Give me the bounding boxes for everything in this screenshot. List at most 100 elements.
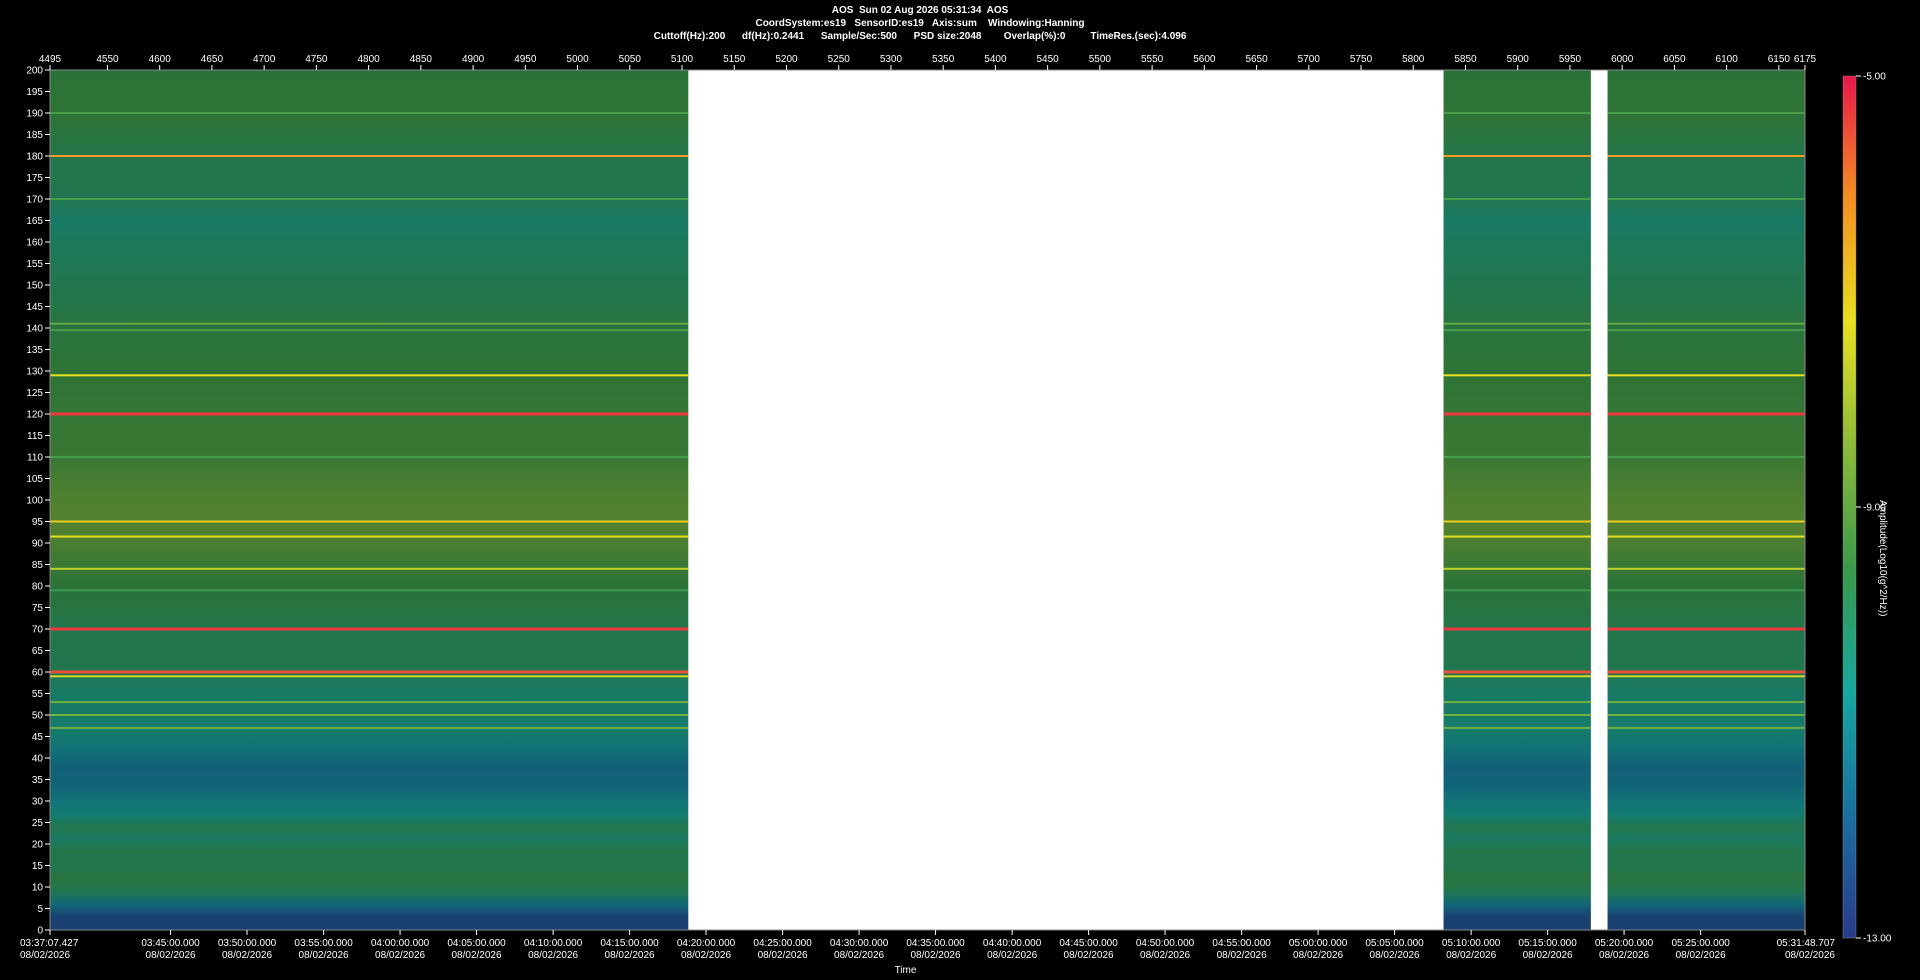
band-line-180hz <box>50 155 689 157</box>
band-line-190hz <box>1607 112 1805 114</box>
band-line-170hz <box>1607 198 1805 200</box>
band-line-139.5hz <box>1607 329 1805 332</box>
y-tick-label-45: 45 <box>32 732 44 743</box>
band-line-180hz <box>1607 155 1805 157</box>
time-tick-label-7: 04:15:00.000 <box>600 938 659 949</box>
top-tick-label-5600: 5600 <box>1193 54 1216 65</box>
date-tick-label-4: 08/02/2026 <box>375 950 425 961</box>
band-line-190hz <box>1443 112 1591 114</box>
top-tick-label-4700: 4700 <box>253 54 276 65</box>
time-tick-label-13: 04:45:00.000 <box>1059 938 1118 949</box>
y-tick-label-150: 150 <box>26 281 43 292</box>
y-tick-label-155: 155 <box>26 259 43 270</box>
y-tick-label-180: 180 <box>26 152 43 163</box>
top-tick-label-5300: 5300 <box>880 54 903 65</box>
band-line-170hz <box>50 198 689 200</box>
time-tick-label-18: 05:10:00.000 <box>1442 938 1501 949</box>
band-line-59hz <box>1607 675 1805 678</box>
band-line-141hz <box>50 322 689 325</box>
top-tick-label-6175: 6175 <box>1794 54 1817 65</box>
date-tick-label-0: 08/02/2026 <box>20 950 70 961</box>
date-tick-label-5: 08/02/2026 <box>451 950 501 961</box>
y-tick-label-25: 25 <box>32 818 44 829</box>
y-tick-label-10: 10 <box>32 883 44 894</box>
band-line-84hz <box>50 567 689 570</box>
band-line-180hz <box>1443 155 1591 157</box>
band-line-47hz <box>1443 726 1591 729</box>
y-tick-label-160: 160 <box>26 238 43 249</box>
top-tick-label-5500: 5500 <box>1089 54 1112 65</box>
band-line-141hz <box>1607 322 1805 325</box>
y-tick-label-100: 100 <box>26 496 43 507</box>
y-tick-label-165: 165 <box>26 216 43 227</box>
band-line-95hz <box>1607 520 1805 523</box>
colorbar-title: Amplitude(Log10(g^2/Hz)) <box>1877 500 1888 617</box>
band-line-60hz <box>50 670 689 674</box>
date-tick-label-1: 08/02/2026 <box>146 950 196 961</box>
top-tick-label-5650: 5650 <box>1245 54 1268 65</box>
time-tick-label-16: 05:00:00.000 <box>1289 938 1348 949</box>
band-line-141hz <box>1443 322 1591 325</box>
colorbar-label-2: -13.00 <box>1863 934 1892 945</box>
band-line-110hz <box>1607 456 1805 458</box>
time-tick-label-8: 04:20:00.000 <box>677 938 736 949</box>
date-tick-label-8: 08/02/2026 <box>681 950 731 961</box>
band-line-170hz <box>1443 198 1591 200</box>
y-tick-label-70: 70 <box>32 625 44 636</box>
top-tick-label-6150: 6150 <box>1768 54 1791 65</box>
top-tick-label-4950: 4950 <box>514 54 537 65</box>
y-tick-label-130: 130 <box>26 367 43 378</box>
y-tick-label-135: 135 <box>26 345 43 356</box>
date-tick-label-22: 08/02/2026 <box>1785 950 1835 961</box>
band-line-47hz <box>1607 726 1805 729</box>
date-tick-label-10: 08/02/2026 <box>834 950 884 961</box>
time-tick-label-9: 04:25:00.000 <box>753 938 812 949</box>
top-tick-label-5850: 5850 <box>1454 54 1477 65</box>
date-tick-label-7: 08/02/2026 <box>605 950 655 961</box>
band-line-79hz <box>50 589 689 592</box>
band-line-84hz <box>1607 567 1805 570</box>
band-line-95hz <box>50 520 689 523</box>
y-tick-label-65: 65 <box>32 646 44 657</box>
band-line-60hz <box>1443 670 1591 674</box>
y-tick-label-20: 20 <box>32 840 44 851</box>
top-tick-label-4750: 4750 <box>305 54 328 65</box>
time-tick-label-5: 04:05:00.000 <box>447 938 506 949</box>
band-line-70hz <box>1443 627 1591 631</box>
y-tick-label-200: 200 <box>26 66 43 77</box>
y-tick-label-0: 0 <box>37 926 43 937</box>
time-tick-label-20: 05:20:00.000 <box>1595 938 1654 949</box>
colorbar <box>1842 75 1857 939</box>
y-tick-label-120: 120 <box>26 410 43 421</box>
band-line-60hz <box>1607 670 1805 674</box>
band-line-95hz <box>1443 520 1591 523</box>
top-tick-label-4550: 4550 <box>96 54 119 65</box>
top-tick-label-5150: 5150 <box>723 54 746 65</box>
band-line-110hz <box>50 456 689 458</box>
time-tick-label-12: 04:40:00.000 <box>983 938 1042 949</box>
band-line-79hz <box>1607 589 1805 592</box>
spectrogram-chart: AOS Sun 02 Aug 2026 05:31:34 AOS CoordSy… <box>0 0 1920 980</box>
top-tick-label-6000: 6000 <box>1611 54 1634 65</box>
y-tick-label-190: 190 <box>26 109 43 120</box>
date-tick-label-19: 08/02/2026 <box>1523 950 1573 961</box>
time-tick-label-0: 03:37:07.427 <box>20 938 79 949</box>
band-line-79hz <box>1443 589 1591 592</box>
band-line-59hz <box>50 675 689 678</box>
time-tick-label-17: 05:05:00.000 <box>1365 938 1424 949</box>
y-tick-label-35: 35 <box>32 775 44 786</box>
time-tick-label-15: 04:55:00.000 <box>1212 938 1271 949</box>
y-tick-label-145: 145 <box>26 302 43 313</box>
band-line-190hz <box>50 112 689 114</box>
date-tick-label-6: 08/02/2026 <box>528 950 578 961</box>
top-tick-label-5200: 5200 <box>775 54 798 65</box>
time-tick-label-19: 05:15:00.000 <box>1518 938 1577 949</box>
band-line-53hz <box>1443 701 1591 704</box>
top-tick-label-5100: 5100 <box>671 54 694 65</box>
date-tick-label-14: 08/02/2026 <box>1140 950 1190 961</box>
y-tick-label-60: 60 <box>32 668 44 679</box>
band-line-50hz <box>1607 714 1805 716</box>
top-tick-label-6050: 6050 <box>1663 54 1686 65</box>
date-tick-label-21: 08/02/2026 <box>1676 950 1726 961</box>
time-tick-label-3: 03:55:00.000 <box>294 938 353 949</box>
